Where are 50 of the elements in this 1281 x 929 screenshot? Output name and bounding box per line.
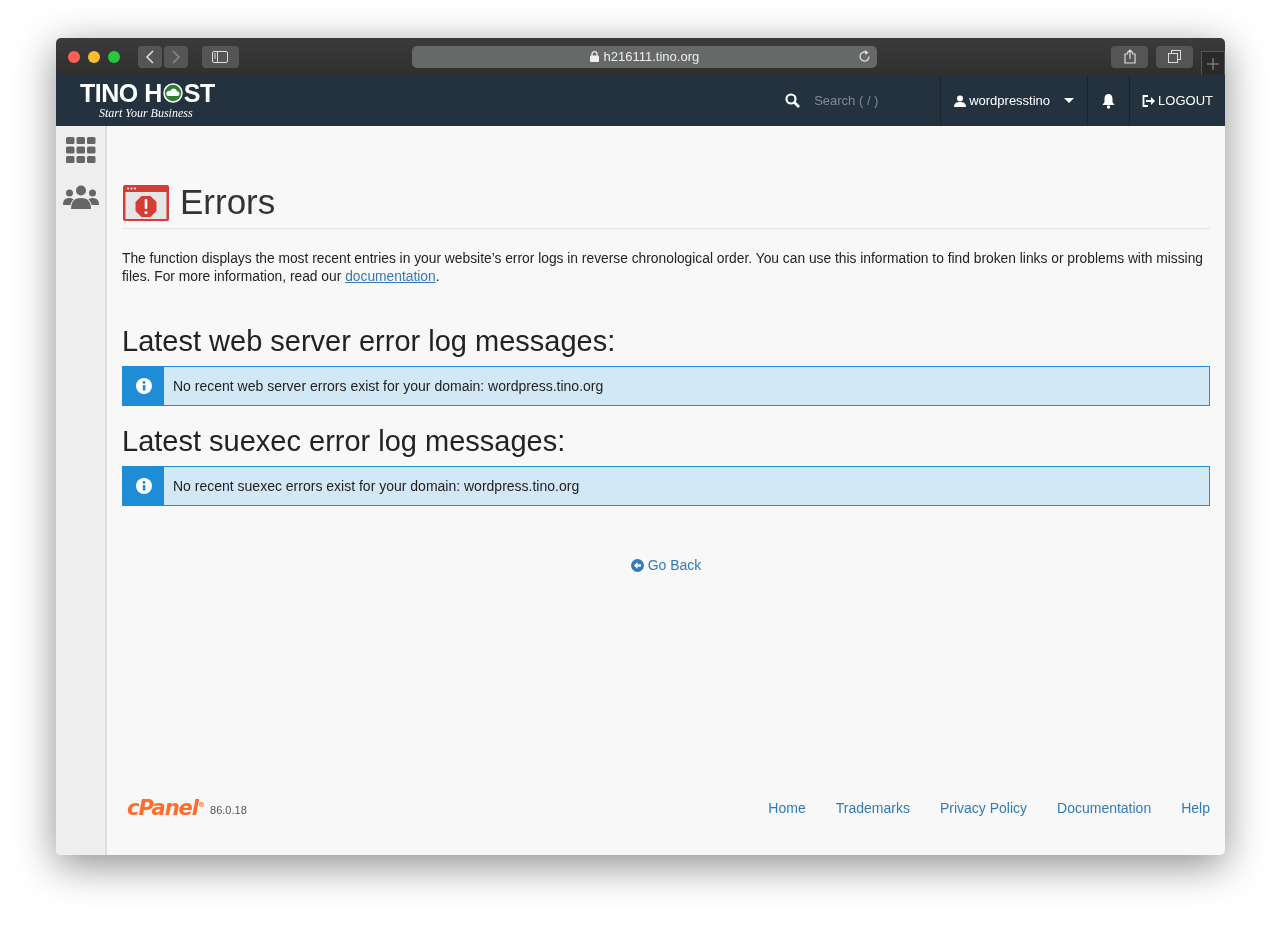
address-bar[interactable]: h216111.tino.org [411, 45, 878, 68]
logout-button[interactable]: LOGOUT [1129, 75, 1225, 126]
logo-tagline: Start Your Business [99, 105, 194, 121]
page-title: Errors [180, 182, 276, 222]
section-heading: Latest web server error log messages: [122, 324, 617, 358]
footer-link[interactable]: Help [1181, 800, 1210, 816]
footer-link[interactable]: Trademarks [835, 800, 910, 816]
url-text: h216111.tino.org [603, 49, 700, 64]
search-field[interactable]: Search ( / ) [812, 92, 927, 109]
sidebar-toggle-button[interactable] [202, 45, 239, 68]
logo-text: ST [183, 80, 215, 106]
share-button[interactable] [1111, 45, 1149, 68]
cpanel-logo: cPanel$^{®}$ [127, 796, 205, 820]
users-icon[interactable] [62, 185, 99, 209]
share-icon [1123, 49, 1136, 64]
zoom-window-button[interactable] [108, 50, 120, 63]
section-heading: Latest suexec error log messages: [122, 424, 567, 458]
plus-icon [1207, 57, 1220, 70]
version-text: 86.0.18 [210, 804, 247, 816]
tabs-button[interactable] [1156, 45, 1194, 68]
alert-message: No recent web server errors exist for your domain: wordpress.tino.org [172, 377, 604, 396]
chevron-left-icon [145, 49, 155, 64]
logo-text: TINO H [80, 80, 162, 106]
sidebar-icon [212, 50, 229, 63]
footer-link[interactable]: Home [768, 800, 806, 816]
close-window-button[interactable] [68, 50, 80, 63]
footer-link[interactable]: Privacy Policy [939, 800, 1028, 816]
chevron-right-icon [171, 49, 181, 64]
lock-icon [589, 51, 599, 62]
reload-icon[interactable] [858, 49, 872, 63]
cloud-house-icon [162, 83, 183, 103]
error-window-icon [122, 184, 170, 222]
user-menu-button[interactable]: wordpresstino [940, 75, 1088, 126]
arrow-left-circle-icon [630, 558, 644, 572]
info-icon [135, 478, 152, 494]
search-icon [785, 93, 801, 108]
user-icon [954, 94, 967, 107]
minimize-window-button[interactable] [88, 50, 100, 63]
tabs-icon [1168, 50, 1182, 63]
documentation-link[interactable]: documentation [345, 269, 436, 284]
sign-out-icon [1142, 94, 1156, 107]
bell-icon [1101, 92, 1117, 109]
footer-link[interactable]: Documentation [1057, 800, 1152, 816]
caret-icon [1064, 97, 1075, 104]
grid-icon[interactable] [65, 137, 96, 163]
back-button[interactable] [138, 45, 162, 68]
go-back-link[interactable]: Go Back [630, 557, 702, 573]
intro-paragraph: The function displays the most recent entries in your website’s error logs in reverse chronological order. You can use this information to find broken links or problems with missing files. For more information, read our documentation. [122, 250, 1205, 286]
alert-message: No recent suexec errors exist for your domain: wordpress.tino.org [172, 477, 580, 496]
info-icon [135, 378, 152, 394]
